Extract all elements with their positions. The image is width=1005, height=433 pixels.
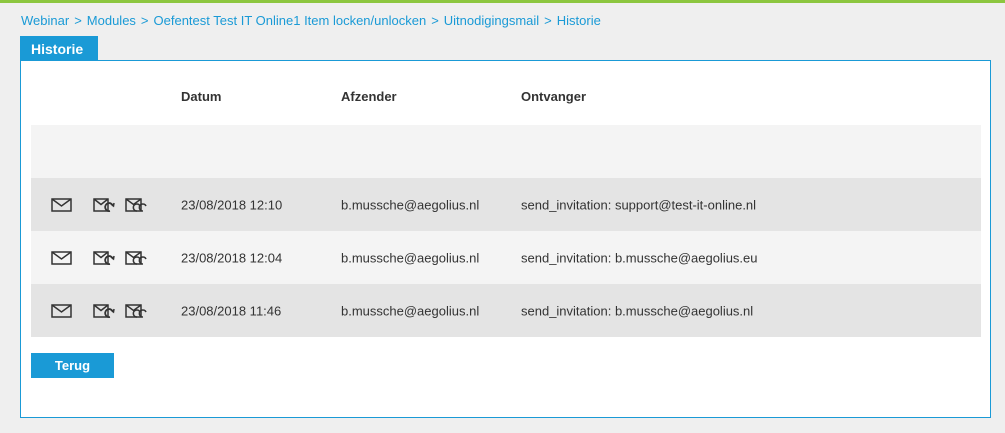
table-row: 23/08/2018 12:04 b.mussche@aegolius.nl s… [31, 231, 981, 284]
cell-afzender: b.mussche@aegolius.nl [341, 250, 480, 265]
table-row: 23/08/2018 12:10 b.mussche@aegolius.nl s… [31, 178, 981, 231]
breadcrumb-separator: > [431, 13, 439, 28]
column-header-ontvanger: Ontvanger [521, 89, 587, 104]
history-table: Datum Afzender Ontvanger 23/08/2018 12:1… [31, 83, 981, 337]
column-header-datum: Datum [181, 89, 222, 104]
cell-datum: 23/08/2018 12:10 [181, 197, 283, 212]
table-row-empty [31, 125, 981, 178]
column-header-afzender: Afzender [341, 89, 397, 104]
resend-all-mail-icon[interactable] [125, 250, 147, 266]
breadcrumb-separator: > [74, 13, 82, 28]
mail-icon[interactable] [51, 197, 73, 213]
resend-mail-icon[interactable] [93, 303, 115, 319]
cell-afzender: b.mussche@aegolius.nl [341, 197, 480, 212]
resend-all-mail-icon[interactable] [125, 197, 147, 213]
breadcrumb-item-historie[interactable]: Historie [557, 13, 601, 28]
breadcrumb-item-oefentest[interactable]: Oefentest Test IT Online1 Item locken/un… [154, 13, 427, 28]
cell-afzender: b.mussche@aegolius.nl [341, 303, 480, 318]
breadcrumb-item-uitnodigingsmail[interactable]: Uitnodigingsmail [444, 13, 539, 28]
breadcrumb-item-modules[interactable]: Modules [87, 13, 136, 28]
panel-title: Historie [20, 36, 98, 61]
history-panel: Datum Afzender Ontvanger 23/08/2018 12:1… [20, 60, 991, 418]
top-accent-line [0, 0, 1005, 3]
cell-ontvanger: send_invitation: b.mussche@aegolius.nl [521, 303, 754, 318]
back-button[interactable]: Terug [31, 353, 114, 378]
cell-ontvanger: send_invitation: b.mussche@aegolius.eu [521, 250, 758, 265]
table-row: 23/08/2018 11:46 b.mussche@aegolius.nl s… [31, 284, 981, 337]
resend-mail-icon[interactable] [93, 197, 115, 213]
resend-all-mail-icon[interactable] [125, 303, 147, 319]
breadcrumb: Webinar > Modules > Oefentest Test IT Online… [21, 13, 601, 28]
mail-icon[interactable] [51, 250, 73, 266]
breadcrumb-item-webinar[interactable]: Webinar [21, 13, 69, 28]
cell-datum: 23/08/2018 11:46 [181, 303, 282, 318]
mail-icon[interactable] [51, 303, 73, 319]
cell-ontvanger: send_invitation: support@test-it-online.… [521, 197, 757, 212]
table-header: Datum Afzender Ontvanger [31, 83, 981, 125]
resend-mail-icon[interactable] [93, 250, 115, 266]
cell-datum: 23/08/2018 12:04 [181, 250, 283, 265]
breadcrumb-separator: > [544, 13, 552, 28]
breadcrumb-separator: > [140, 13, 149, 28]
